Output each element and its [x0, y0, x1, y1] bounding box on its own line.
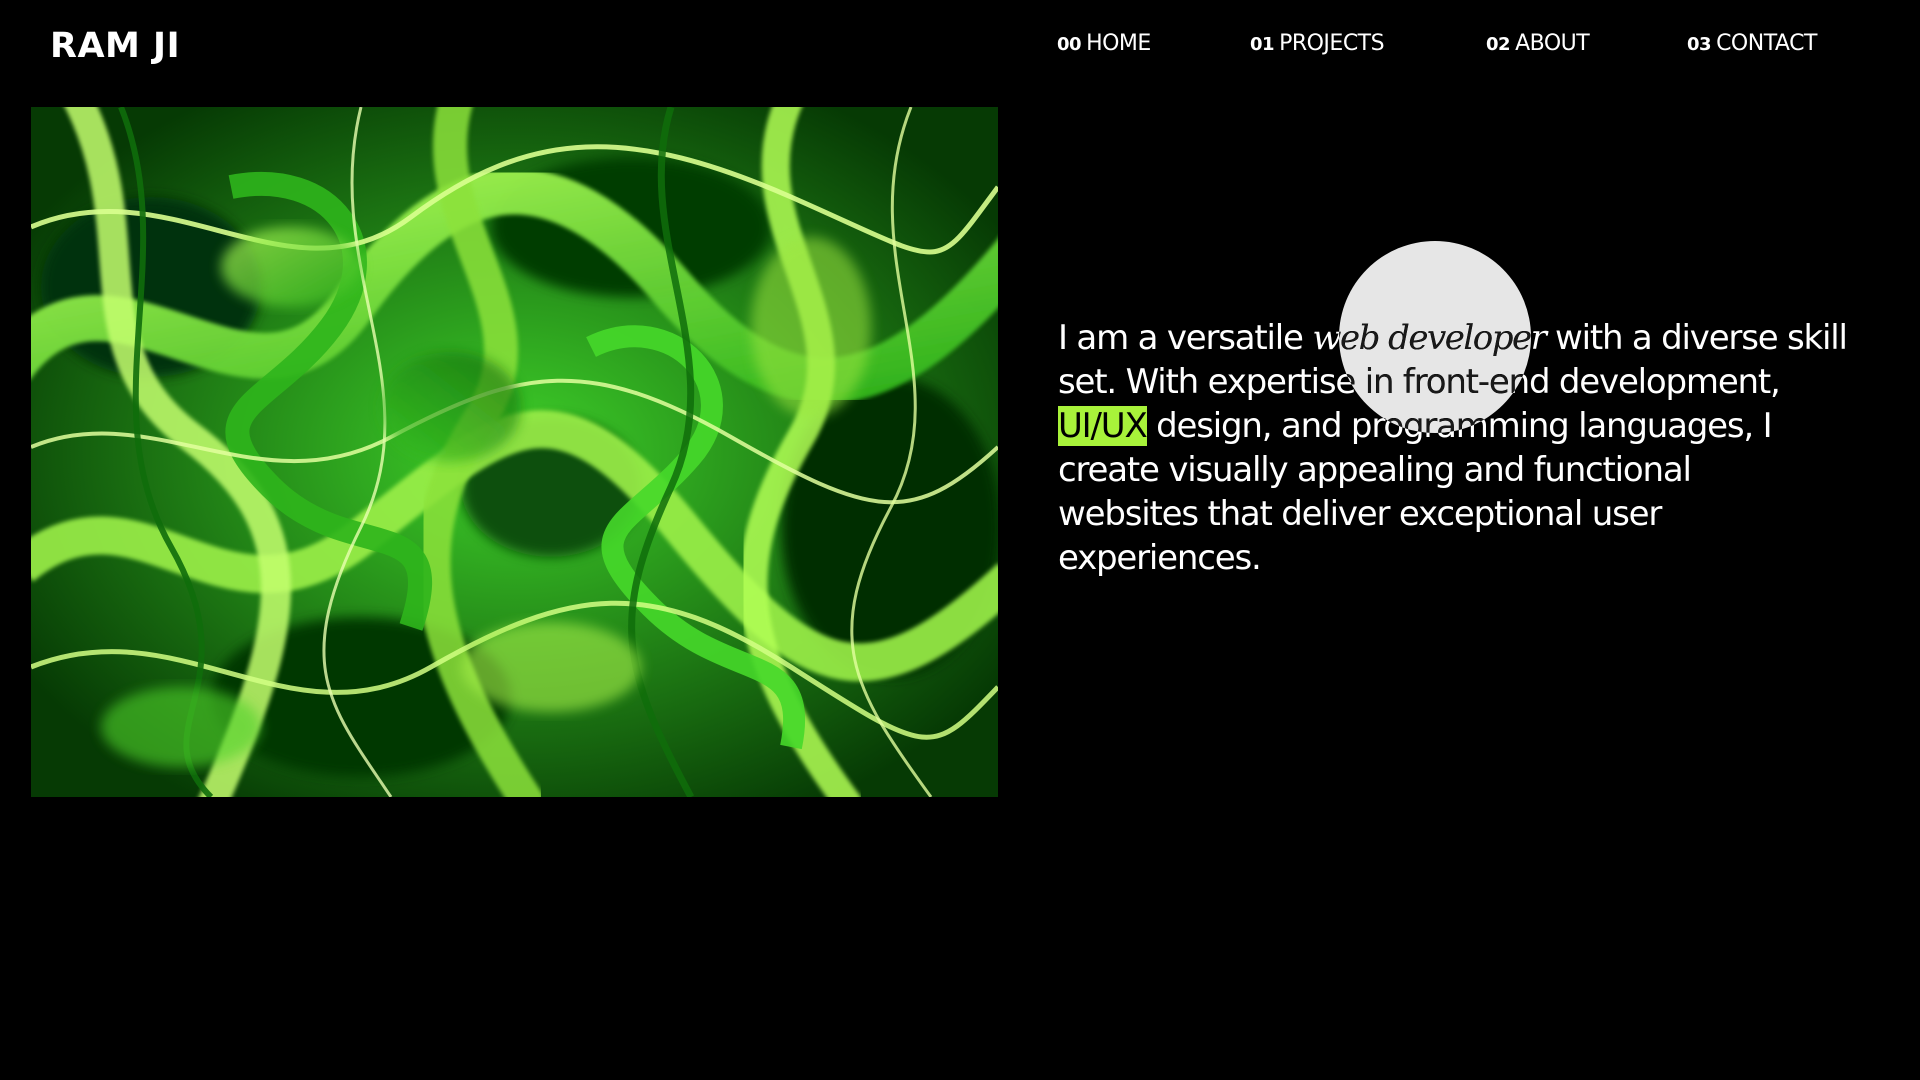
nav-item-projects[interactable]: 01 PROJECTS [1250, 28, 1385, 61]
nav-number: 03 [1687, 34, 1712, 55]
nav-label: PROJECTS [1279, 31, 1385, 56]
nav-number: 00 [1057, 34, 1082, 55]
intro-line: UI/UX design, and programming languages,… [1058, 404, 1920, 448]
nav-item-home[interactable]: 00 HOME [1057, 28, 1151, 61]
nav-label: CONTACT [1716, 31, 1817, 56]
intro-text: I am a versatile [1058, 318, 1313, 358]
nav-item-about[interactable]: 02 ABOUT [1486, 28, 1590, 61]
nav-number: 01 [1250, 34, 1275, 55]
intro-line: experiences. [1058, 538, 1262, 578]
nav-number: 02 [1486, 34, 1511, 55]
intro-line: create visually appealing and functional [1058, 450, 1692, 490]
abstract-green-swirl-artwork [31, 107, 998, 797]
hero-artwork [31, 107, 998, 797]
intro-line: websites that deliver exceptional user [1058, 494, 1662, 534]
intro-highlight-uiux: UI/UX [1058, 406, 1148, 446]
nav-label: HOME [1086, 31, 1151, 56]
intro-emphasis-web-developer: web developer [1312, 318, 1547, 358]
main-nav: 00 HOME 01 PROJECTS 02 ABOUT 03 CONTACT [1055, 28, 1855, 64]
site-logo[interactable]: RAM JI [50, 20, 180, 72]
nav-item-contact[interactable]: 03 CONTACT [1687, 28, 1817, 61]
intro-text: with a diverse skill [1545, 318, 1848, 358]
intro-paragraph: I am a versatile web developer with a di… [1058, 316, 1920, 580]
nav-label: ABOUT [1515, 31, 1590, 56]
intro-line: I am a versatile web developer with a di… [1058, 316, 1920, 360]
intro-line: set. With expertise in front-end develop… [1058, 362, 1781, 402]
portfolio-page: RAM JI 00 HOME 01 PROJECTS 02 ABOUT 03 CONTA… [0, 0, 1920, 1080]
intro-text: design, and programming languages, I [1146, 406, 1772, 446]
